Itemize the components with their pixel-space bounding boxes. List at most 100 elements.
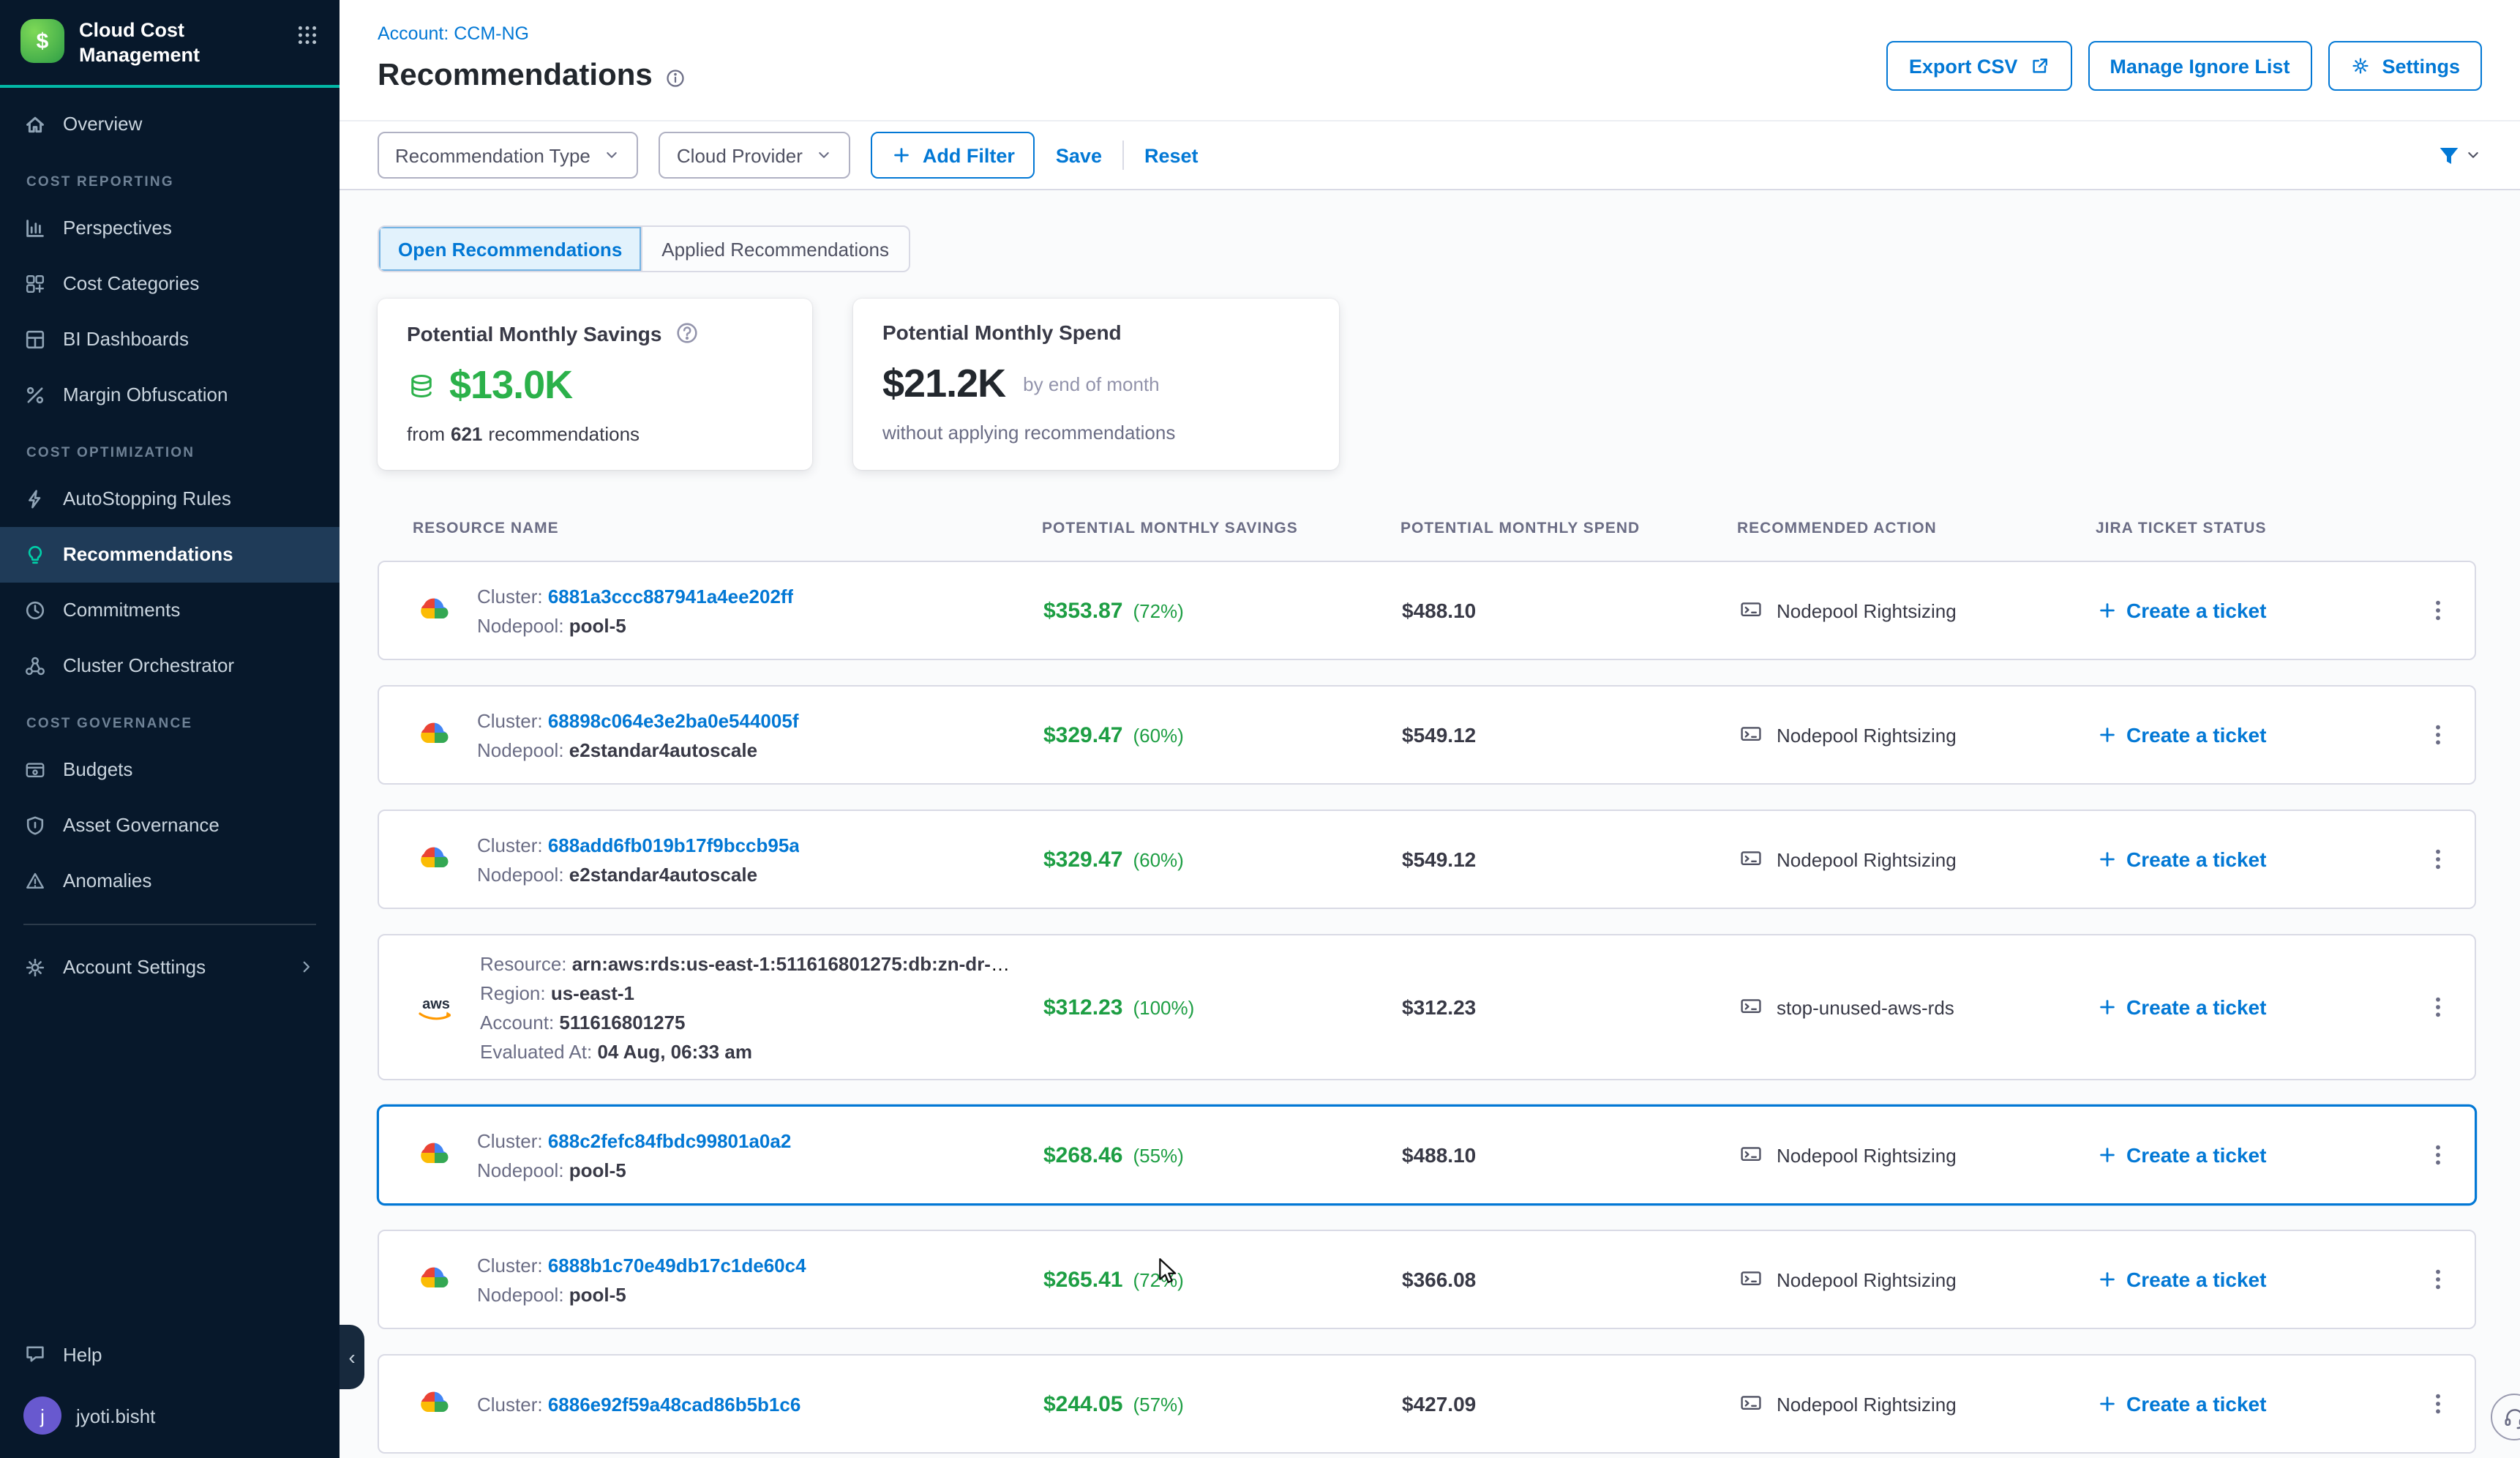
table-row[interactable]: Cluster: 6888b1c70e49db17c1de60c4Nodepoo… [378,1230,2476,1329]
row-menu-button[interactable] [2425,1391,2451,1417]
recommended-action-icon [1739,599,1763,622]
resource-field-label: Cluster: [477,709,548,731]
export-csv-button[interactable]: Export CSV [1887,41,2072,91]
orchestrator-icon [23,654,47,678]
recommendation-type-dropdown[interactable]: Recommendation Type [378,132,639,179]
create-ticket-label: Create a ticket [2126,1143,2266,1167]
sidebar-item-label: Account Settings [63,957,206,979]
filter-panel-toggle[interactable] [2437,143,2482,168]
row-menu-button[interactable] [2425,722,2451,748]
row-menu-button[interactable] [2425,1266,2451,1293]
sidebar-item-cost-categories[interactable]: Cost Categories [0,256,340,312]
recommended-action-icon [1739,1392,1763,1416]
create-ticket-button[interactable]: Create a ticket [2097,1268,2397,1291]
row-menu-button[interactable] [2425,1142,2451,1168]
recommendations-icon [23,543,47,567]
row-menu-button[interactable] [2425,846,2451,872]
sidebar-item-recommendations[interactable]: Recommendations [0,527,340,583]
resource-link[interactable]: 6888b1c70e49db17c1de60c4 [548,1254,806,1276]
page-header: Account: CCM-NG Recommendations Export C… [340,0,2520,120]
sidebar-item-perspectives[interactable]: Perspectives [0,201,340,256]
resource-field-label: Nodepool: [477,614,569,636]
sidebar-item-cluster-orchestrator[interactable]: Cluster Orchestrator [0,638,340,694]
resource-field-label: Resource: [480,952,572,974]
table-row[interactable]: Cluster: 688add6fb019b17f9bccb95aNodepoo… [378,810,2476,909]
sidebar-item-overview[interactable]: Overview [0,97,340,152]
resource-link[interactable]: 688c2fefc84fbdc99801a0a2 [548,1129,792,1151]
sidebar-item-label: Commitments [63,599,180,621]
chevron-down-icon [2464,146,2482,164]
table-row[interactable]: Cluster: 6881a3ccc887941a4ee202ffNodepoo… [378,561,2476,660]
tab-open-recommendations[interactable]: Open Recommendations [379,227,641,271]
gcp-logo-icon [414,717,455,752]
plus-icon [2097,1145,2118,1165]
resource-value: pool-5 [569,614,626,636]
sidebar-item-margin-obfuscation[interactable]: Margin Obfuscation [0,367,340,423]
add-filter-button[interactable]: Add Filter [871,132,1035,179]
table-row[interactable]: aws Resource: arn:aws:rds:us-east-1:5116… [378,934,2476,1080]
savings-percentage: (100%) [1133,996,1194,1018]
sidebar-item-account-settings[interactable]: Account Settings [0,940,340,995]
cloud-provider-dropdown[interactable]: Cloud Provider [659,132,851,179]
sidebar-nav: Overview COST REPORTING Perspectives Cos… [0,88,340,909]
governance-icon [23,814,47,837]
info-icon[interactable] [664,67,686,89]
sidebar-item-help[interactable]: Help [0,1326,340,1382]
row-menu-button[interactable] [2425,597,2451,624]
budgets-icon [23,758,47,782]
resource-field-label: Cluster: [477,834,548,856]
spend-subtext: without applying recommendations [882,422,1310,444]
resource-value: pool-5 [569,1283,626,1305]
create-ticket-button[interactable]: Create a ticket [2097,1143,2397,1167]
user-name: jyoti.bisht [76,1405,155,1427]
spend-amount: $488.10 [1402,1143,1739,1167]
settings-button[interactable]: Settings [2328,41,2482,91]
create-ticket-button[interactable]: Create a ticket [2097,599,2397,622]
plus-icon [2097,997,2118,1017]
apps-grid-icon[interactable] [296,23,319,47]
sidebar-header: $ Cloud Cost Management [0,0,340,88]
question-icon[interactable] [675,321,700,345]
sidebar-item-asset-governance[interactable]: Asset Governance [0,798,340,853]
sidebar-item-autostopping-rules[interactable]: AutoStopping Rules [0,471,340,527]
resource-link[interactable]: 6886e92f59a48cad86b5b1c6 [548,1393,801,1415]
table-row[interactable]: Cluster: 688c2fefc84fbdc99801a0a2Nodepoo… [378,1105,2476,1205]
sidebar-item-anomalies[interactable]: Anomalies [0,853,340,909]
resource-link[interactable]: 6881a3ccc887941a4ee202ff [548,585,793,607]
plus-icon [2097,1394,2118,1414]
potential-monthly-spend-card: Potential Monthly Spend $21.2K by end of… [853,299,1339,470]
manage-ignore-list-button[interactable]: Manage Ignore List [2088,41,2311,91]
create-ticket-button[interactable]: Create a ticket [2097,995,2397,1019]
sidebar-item-bi-dashboards[interactable]: BI Dashboards [0,312,340,367]
table-row[interactable]: Cluster: 68898c064e3e2ba0e544005fNodepoo… [378,685,2476,785]
resource-link[interactable]: 68898c064e3e2ba0e544005f [548,709,799,731]
resource-value: e2standar4autoscale [569,863,757,885]
bi-dashboards-icon [23,328,47,351]
plus-icon [2097,600,2118,621]
user-menu[interactable]: j jyoti.bisht [0,1382,340,1449]
filter-bar: Recommendation Type Cloud Provider Add F… [340,120,2520,190]
sidebar-item-commitments[interactable]: Commitments [0,583,340,638]
row-menu-button[interactable] [2425,994,2451,1020]
create-ticket-button[interactable]: Create a ticket [2097,723,2397,747]
column-header-resource-name: RESOURCE NAME [413,520,1042,537]
table-row[interactable]: Cluster: 6886e92f59a48cad86b5b1c6 $244.0… [378,1354,2476,1454]
sidebar-item-label: Recommendations [63,544,233,566]
resource-link[interactable]: 688add6fb019b17f9bccb95a [548,834,800,856]
reset-filter-button[interactable]: Reset [1144,144,1199,166]
savings-percentage: (55%) [1133,1144,1183,1166]
resource-value: 04 Aug, 06:33 am [597,1040,751,1062]
plus-icon [2097,725,2118,745]
plus-icon [892,145,912,165]
divider [1122,141,1124,170]
savings-amount: $312.23 [1043,995,1122,1020]
sidebar-collapse-handle[interactable]: ‹ [340,1325,364,1389]
tab-applied-recommendations[interactable]: Applied Recommendations [641,227,908,271]
create-ticket-button[interactable]: Create a ticket [2097,1392,2397,1416]
create-ticket-button[interactable]: Create a ticket [2097,848,2397,871]
dropdown-label: Recommendation Type [395,144,590,166]
account-breadcrumb[interactable]: Account: CCM-NG [378,23,529,44]
save-filter-button[interactable]: Save [1056,144,1102,166]
create-ticket-label: Create a ticket [2126,995,2266,1019]
sidebar-item-budgets[interactable]: Budgets [0,742,340,798]
